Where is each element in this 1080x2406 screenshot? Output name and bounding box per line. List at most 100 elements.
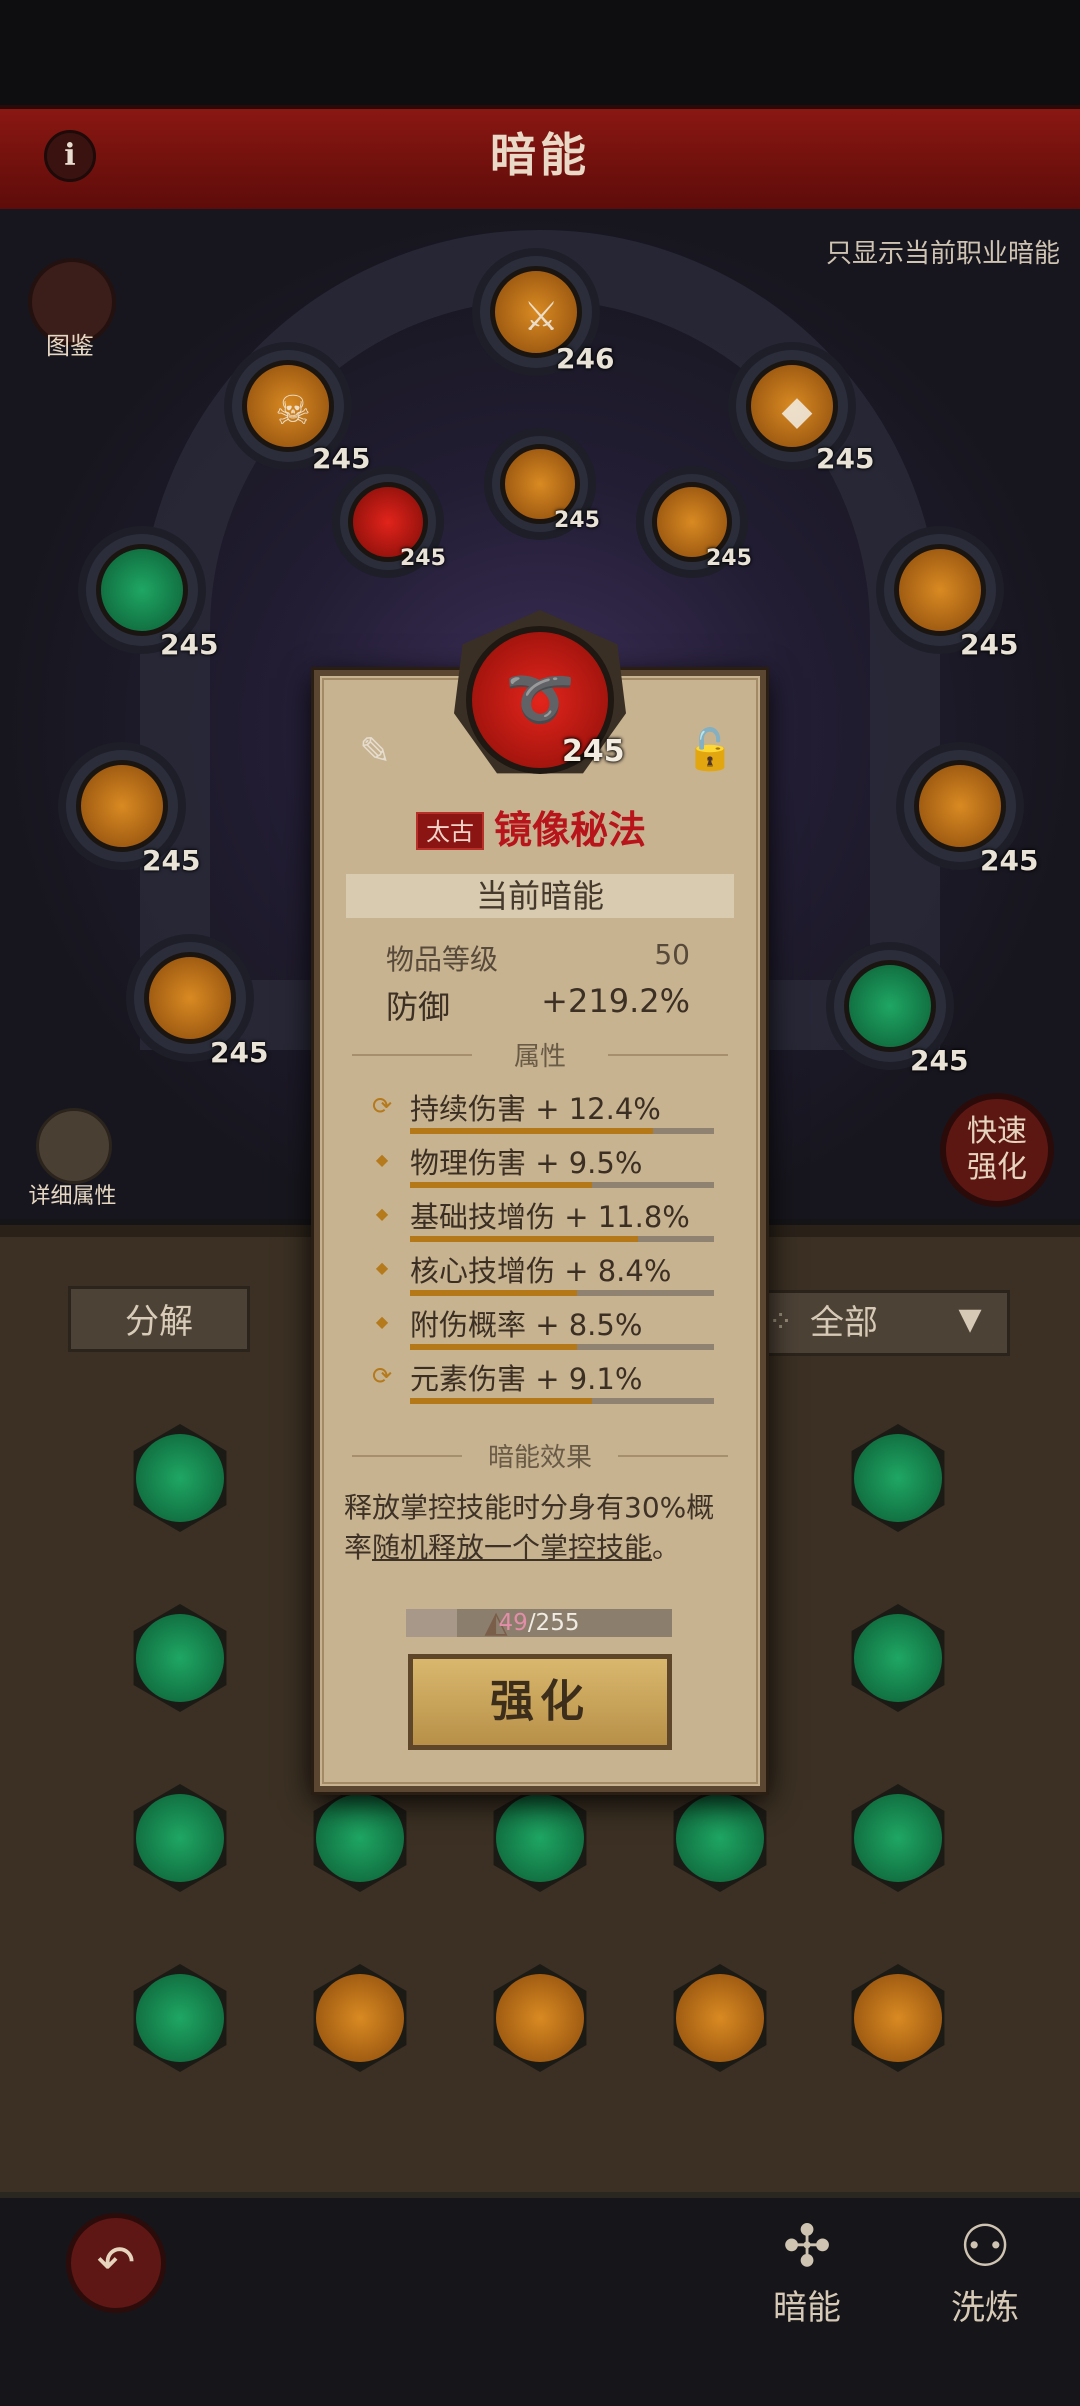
codex-label[interactable]: 图鉴 [20, 326, 120, 361]
item-icon [316, 1794, 404, 1882]
slot-ring-left[interactable]: 245 [340, 474, 446, 571]
slot-amulet[interactable]: 245 [492, 436, 600, 533]
inventory-item[interactable] [300, 1958, 420, 2078]
inventory-item[interactable] [660, 1958, 780, 2078]
material-current: 49 [498, 1610, 528, 1636]
slot-level: 245 [312, 442, 371, 475]
inventory-item[interactable] [120, 1598, 240, 1718]
slot-offhand[interactable]: ◆ 245 [736, 350, 874, 475]
attribute-text: 元素伤害 + 9.1% [410, 1362, 643, 1396]
slot-level: 245 [142, 844, 201, 877]
inventory-item[interactable] [480, 1778, 600, 1898]
attribute-row: ◆ 物理伤害 + 9.5% [368, 1140, 728, 1194]
detail-stats-label[interactable]: 详细属性 [10, 1178, 135, 1210]
attribute-bar-fill [410, 1236, 638, 1242]
attribute-bar [410, 1398, 714, 1404]
slot-helm[interactable]: ☠ 245 [232, 350, 370, 475]
attribute-text: 核心技增伤 + 8.4% [410, 1254, 672, 1288]
lock-icon[interactable]: 🔓 [682, 722, 738, 778]
reforge-icon: ⚇ [959, 2212, 1011, 2280]
effect-text-end: 。 [652, 1531, 681, 1564]
inventory-item[interactable] [300, 1778, 420, 1898]
slot-color [894, 544, 986, 636]
slot-cloak[interactable]: 245 [86, 534, 218, 661]
inventory-item[interactable] [120, 1418, 240, 1538]
attribute-row: ⟳ 持续伤害 + 12.4% [368, 1086, 728, 1140]
diamond-icon: ◆ [375, 1258, 389, 1277]
nav-tab-label: 洗炼 [951, 2288, 1019, 2328]
defense-label: 防御 [386, 988, 451, 1026]
inventory-item[interactable] [838, 1418, 958, 1538]
inventory-item[interactable] [838, 1598, 958, 1718]
divider [608, 1054, 728, 1056]
refresh-icon: ⟳ [371, 1092, 393, 1120]
item-icon [316, 1974, 404, 2062]
item-level-label: 物品等级 [386, 943, 499, 976]
slot-level: 245 [706, 546, 752, 571]
slot-shoulder[interactable]: 245 [66, 750, 200, 877]
attribute-row: ◆ 核心技增伤 + 8.4% [368, 1248, 728, 1302]
attribute-row: ◆ 基础技增伤 + 11.8% [368, 1194, 728, 1248]
attribute-row: ◆ 附伤概率 + 8.5% [368, 1302, 728, 1356]
chevron-down-icon: ▼ [958, 1302, 982, 1337]
slot-color [144, 952, 236, 1044]
diamond-icon: ◆ [375, 1150, 389, 1169]
diamond-icon: ◆ [375, 1312, 389, 1331]
material-progress-text: 49/255 [406, 1609, 672, 1637]
info-icon[interactable]: i [44, 130, 96, 182]
diamond-icon: ◆ [375, 1204, 389, 1223]
slot-bracer[interactable]: 245 [884, 534, 1018, 661]
slot-level: 245 [554, 508, 600, 533]
divider [352, 1455, 462, 1457]
effect-description: 释放掌控技能时分身有30%概率随机释放一个掌控技能。 [344, 1488, 736, 1568]
item-icon [136, 1614, 224, 1702]
slot-chest[interactable]: 245 [904, 750, 1038, 877]
rarity-badge: 太古 [416, 812, 484, 850]
refresh-icon: ⟳ [371, 1362, 393, 1390]
slot-color [914, 760, 1006, 852]
attribute-text: 物理伤害 + 9.5% [410, 1146, 643, 1180]
item-icon [136, 1794, 224, 1882]
filter-label: 全部 [810, 1303, 878, 1343]
item-icon [676, 1974, 764, 2062]
effect-skill-link[interactable]: 随机释放一个掌控技能 [372, 1531, 652, 1564]
inventory-item[interactable] [120, 1778, 240, 1898]
attribute-bar [410, 1128, 714, 1134]
attribute-bar [410, 1344, 714, 1350]
enhance-label: 强化 [490, 1676, 590, 1727]
item-icon [496, 1974, 584, 2062]
nav-tab-xilian[interactable]: ⚇ 洗炼 [920, 2196, 1050, 2356]
back-arrow-icon[interactable]: ↶ [66, 2213, 166, 2313]
slot-color [96, 544, 188, 636]
enhance-button[interactable]: 强化 [408, 1654, 672, 1750]
slot-ring-right[interactable]: 245 [644, 474, 752, 571]
attribute-bar [410, 1182, 714, 1188]
detail-stats-icon[interactable] [36, 1108, 112, 1184]
slot-level: 245 [160, 628, 219, 661]
item-icon [136, 1974, 224, 2062]
inventory-item[interactable] [838, 1778, 958, 1898]
feather-icon[interactable]: ✎ [350, 726, 400, 776]
item-name: 镜像秘法 [494, 808, 647, 852]
slot-level: 245 [980, 844, 1039, 877]
attribute-text: 附伤概率 + 8.5% [410, 1308, 643, 1342]
slot-boots[interactable]: 245 [834, 950, 968, 1077]
inventory-item[interactable] [838, 1958, 958, 2078]
decompose-button[interactable]: 分解 [68, 1286, 250, 1352]
slot-legs[interactable]: 245 [134, 942, 268, 1069]
inventory-item[interactable] [660, 1778, 780, 1898]
item-icon [496, 1794, 584, 1882]
item-icon [854, 1614, 942, 1702]
quick-enhance-button[interactable]: 快速 强化 [940, 1093, 1054, 1207]
inventory-item[interactable] [120, 1958, 240, 2078]
only-current-class-toggle[interactable]: 只显示当前职业暗能 [760, 233, 1060, 270]
attribute-text: 持续伤害 + 12.4% [410, 1092, 661, 1126]
attribute-bar [410, 1290, 714, 1296]
slot-weapon[interactable]: ⚔ 246 [480, 256, 614, 375]
divider [618, 1455, 728, 1457]
current-section-title: 当前暗能 [475, 877, 604, 915]
inventory-item[interactable] [480, 1958, 600, 2078]
item-icon [854, 1974, 942, 2062]
nav-tab-anneng[interactable]: ✣ 暗能 [742, 2196, 872, 2356]
slot-level: 245 [400, 546, 446, 571]
